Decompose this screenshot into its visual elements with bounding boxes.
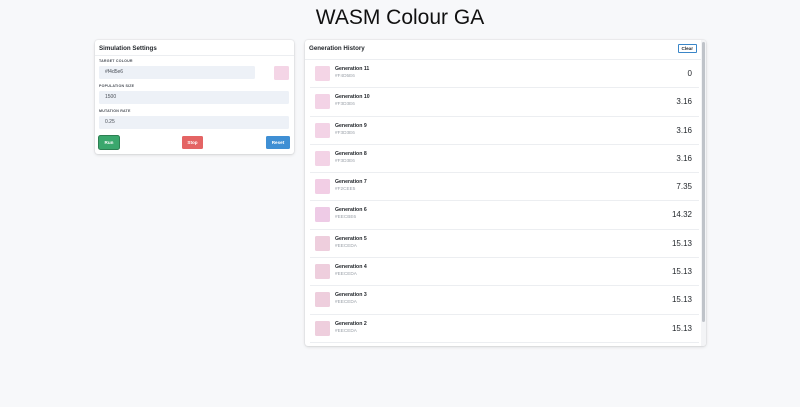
generation-row: Generation 3 #EECEDA 15.13 [310, 286, 699, 315]
generation-row: Generation 2 #EECEDA 15.13 [310, 315, 699, 343]
generation-colour-swatch [315, 320, 330, 336]
generation-hex: #EECEDA [335, 327, 357, 333]
target-colour-swatch[interactable] [274, 66, 289, 80]
settings-title: Simulation Settings [95, 40, 294, 56]
generation-colour-swatch [315, 66, 330, 81]
generation-fitness: 7.35 [676, 182, 692, 192]
generation-hex: #EECBE6 [335, 214, 357, 220]
generation-name: Generation 4 [335, 264, 367, 271]
clear-button[interactable]: Clear [677, 44, 697, 53]
generation-fitness: 15.13 [671, 295, 692, 305]
generation-row: Generation 4 #EECEDA 15.13 [310, 258, 699, 287]
generation-hex: #EECEDA [335, 271, 357, 277]
generation-row: Generation 6 #EECBE6 14.32 [310, 201, 699, 230]
generation-name: Generation 11 [335, 66, 370, 72]
mutation-rate-input[interactable] [99, 116, 289, 129]
population-size-input[interactable] [99, 91, 289, 104]
generation-name: Generation 7 [335, 179, 367, 186]
generation-fitness: 15.13 [671, 267, 692, 277]
generation-row: Generation 8 #F3D3E6 3.16 [310, 145, 699, 174]
target-colour-input[interactable] [99, 66, 255, 79]
history-title: Generation History [305, 40, 706, 60]
generation-hex: #F4D5E6 [335, 73, 355, 78]
page-title: WASM Colour GA [315, 6, 485, 29]
generation-row: Generation 11 #F4D5E6 0 [310, 60, 699, 89]
run-button[interactable]: Run [99, 136, 119, 149]
generation-fitness: 15.13 [671, 323, 692, 333]
generation-hex: #F3D3E6 [335, 157, 355, 163]
generation-fitness: 3.16 [676, 153, 692, 163]
generation-name: Generation 3 [335, 292, 367, 299]
generation-row: Generation 5 #EECEDA 15.13 [310, 230, 699, 259]
simulation-settings-panel: Simulation Settings TARGET COLOUR POPULA… [95, 40, 294, 154]
generation-hex: #F3D3E6 [335, 101, 355, 107]
generation-history-panel: Generation History Clear Generation 11 #F… [305, 40, 706, 346]
generation-row: Generation 9 #F3D3E6 3.16 [310, 117, 699, 145]
generation-colour-swatch [315, 207, 330, 223]
generation-list: Generation 11 #F4D5E6 0 Generation 10 #F3D3E… [310, 60, 699, 343]
generation-fitness: 14.32 [671, 210, 692, 220]
scrollbar-track[interactable] [701, 40, 706, 346]
generation-colour-swatch [315, 235, 330, 251]
generation-hex: #F3D3E6 [335, 129, 355, 135]
target-colour-label: TARGET COLOUR [99, 59, 133, 63]
generation-colour-swatch [315, 94, 330, 110]
generation-hex: #F2CEE5 [335, 186, 356, 192]
mutation-rate-label: MUTATION RATE [99, 109, 131, 113]
generation-colour-swatch [315, 264, 330, 280]
stop-button[interactable]: Stop [182, 136, 203, 149]
generation-colour-swatch [315, 122, 330, 138]
generation-colour-swatch [315, 150, 330, 166]
generation-name: Generation 2 [335, 320, 367, 327]
generation-row: Generation 10 #F3D3E6 3.16 [310, 88, 699, 117]
generation-fitness: 3.16 [676, 97, 692, 107]
generation-row: Generation 7 #F2CEE5 7.35 [310, 173, 699, 202]
generation-name: Generation 6 [335, 207, 367, 214]
generation-colour-swatch [315, 292, 330, 308]
reset-button[interactable]: Reset [266, 136, 290, 149]
population-size-label: POPULATION SIZE [99, 84, 135, 88]
generation-fitness: 0 [687, 69, 692, 78]
generation-name: Generation 10 [335, 94, 370, 101]
generation-hex: #EECEDA [335, 299, 357, 305]
generation-fitness: 3.16 [676, 125, 692, 135]
generation-colour-swatch [315, 179, 330, 195]
scrollbar-thumb[interactable] [702, 42, 705, 322]
generation-hex: #EECEDA [335, 242, 357, 248]
generation-name: Generation 5 [335, 235, 367, 242]
generation-fitness: 15.13 [671, 238, 692, 248]
generation-name: Generation 8 [335, 150, 367, 157]
generation-name: Generation 9 [335, 122, 367, 129]
